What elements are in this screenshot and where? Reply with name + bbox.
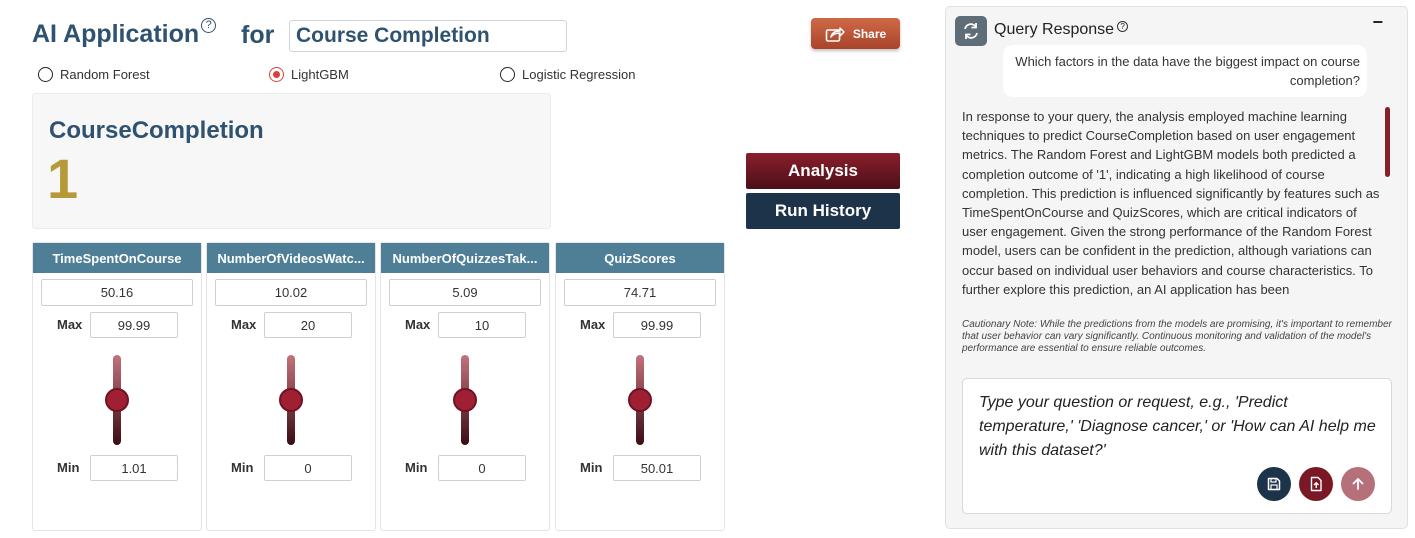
- feature-value-input[interactable]: 10.02: [215, 279, 367, 306]
- query-response-panel: Query Response? − Which factors in the d…: [945, 6, 1408, 529]
- refresh-icon: [964, 23, 978, 39]
- slider-thumb[interactable]: [279, 388, 303, 412]
- slider-thumb[interactable]: [453, 388, 477, 412]
- feature-card-time-spent: TimeSpentOnCourse 50.16 Max 99.99 Min 1.…: [32, 242, 202, 531]
- share-label: Share: [852, 26, 887, 41]
- feature-name: NumberOfVideosWatc...: [207, 243, 375, 273]
- radio-lightgbm[interactable]: LightGBM: [269, 67, 349, 82]
- radio-circle[interactable]: [500, 67, 515, 82]
- max-label: Max: [580, 317, 606, 332]
- min-label: Min: [231, 460, 254, 475]
- target-input[interactable]: [289, 20, 567, 52]
- feature-value-input[interactable]: 74.71: [564, 279, 716, 306]
- feature-card-quizzes-taken: NumberOfQuizzesTak... 5.09 Max 10 Min 0: [380, 242, 550, 531]
- radio-label: Random Forest: [60, 67, 150, 82]
- app-title-text: AI Application: [32, 20, 200, 48]
- save-button[interactable]: [1257, 467, 1291, 501]
- feature-value-input[interactable]: 5.09: [389, 279, 541, 306]
- user-question-bubble: Which factors in the data have the bigge…: [1003, 45, 1367, 97]
- feature-card-videos-watched: NumberOfVideosWatc... 10.02 Max 20 Min 0: [206, 242, 376, 531]
- save-icon: [1267, 477, 1281, 491]
- max-label: Max: [405, 317, 431, 332]
- feature-name: QuizScores: [556, 243, 724, 273]
- run-history-button[interactable]: Run History: [746, 193, 900, 229]
- scrollbar-thumb[interactable]: [1385, 107, 1390, 177]
- prediction-panel: CourseCompletion 1: [32, 93, 551, 229]
- query-input-placeholder[interactable]: Type your question or request, e.g., 'Pr…: [979, 391, 1379, 463]
- feature-card-quiz-scores: QuizScores 74.71 Max 99.99 Min 50.01: [555, 242, 725, 531]
- response-text: In response to your query, the analysis …: [962, 109, 1380, 297]
- min-input[interactable]: 0: [264, 455, 352, 481]
- max-label: Max: [57, 317, 83, 332]
- max-label: Max: [231, 317, 257, 332]
- caution-note: Cautionary Note: While the predictions f…: [962, 319, 1392, 354]
- radio-circle[interactable]: [38, 67, 53, 82]
- max-input[interactable]: 99.99: [90, 312, 178, 338]
- feature-value-input[interactable]: 50.16: [41, 279, 193, 306]
- upload-file-button[interactable]: [1299, 467, 1333, 501]
- feature-name: NumberOfQuizzesTak...: [381, 243, 549, 273]
- radio-label: LightGBM: [291, 67, 349, 82]
- radio-label: Logistic Regression: [522, 67, 636, 82]
- query-title: Query Response?: [994, 21, 1129, 39]
- min-input[interactable]: 0: [438, 455, 526, 481]
- feature-name: TimeSpentOnCourse: [33, 243, 201, 273]
- app-title: AI Application?: [32, 18, 217, 49]
- help-icon[interactable]: ?: [201, 18, 217, 33]
- for-label: for: [241, 21, 275, 49]
- min-input[interactable]: 1.01: [90, 455, 178, 481]
- radio-random-forest[interactable]: Random Forest: [38, 67, 150, 82]
- radio-circle-selected[interactable]: [269, 67, 284, 82]
- query-input-box[interactable]: Type your question or request, e.g., 'Pr…: [962, 378, 1392, 514]
- app-page: AI Application? for Share Random Forest …: [0, 0, 1415, 538]
- query-title-text: Query Response: [994, 21, 1115, 38]
- send-button[interactable]: [1341, 467, 1375, 501]
- minimize-button[interactable]: −: [1372, 12, 1383, 33]
- max-input[interactable]: 20: [264, 312, 352, 338]
- max-input[interactable]: 99.99: [613, 312, 701, 338]
- slider-thumb[interactable]: [105, 388, 129, 412]
- min-label: Min: [57, 460, 80, 475]
- min-input[interactable]: 50.01: [613, 455, 701, 481]
- analysis-button[interactable]: Analysis: [746, 153, 900, 189]
- max-input[interactable]: 10: [438, 312, 526, 338]
- help-icon[interactable]: ?: [1117, 21, 1129, 32]
- refresh-button[interactable]: [955, 16, 987, 46]
- prediction-label: CourseCompletion: [49, 117, 264, 144]
- min-label: Min: [580, 460, 603, 475]
- radio-logistic-regression[interactable]: Logistic Regression: [500, 67, 635, 82]
- share-button[interactable]: Share: [811, 18, 900, 49]
- min-label: Min: [405, 460, 428, 475]
- prediction-value: 1: [47, 147, 79, 210]
- share-icon: [825, 26, 845, 42]
- arrow-up-icon: [1352, 478, 1364, 490]
- file-upload-icon: [1310, 476, 1322, 492]
- slider-thumb[interactable]: [628, 388, 652, 412]
